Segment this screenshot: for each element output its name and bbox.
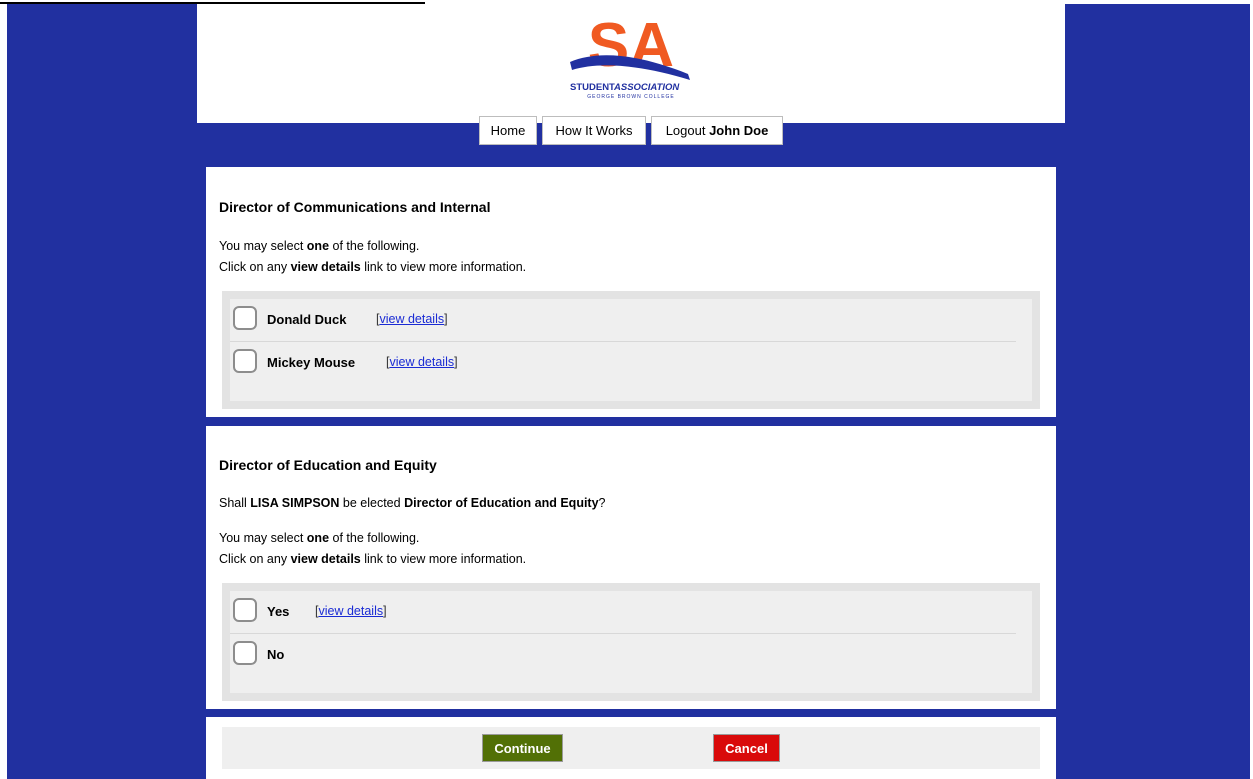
- svg-text:STUDENT: STUDENT: [570, 82, 615, 93]
- candidate-name: Donald Duck: [267, 312, 347, 327]
- ballot-section-education: Director of Education and Equity Shall L…: [206, 426, 1056, 709]
- checkbox-mickey-mouse[interactable]: [233, 349, 257, 373]
- nav-logout[interactable]: Logout John Doe: [651, 116, 783, 145]
- student-association-logo: SA STUDENT ASSOCIATION GEORGE BROWN COLL…: [570, 14, 690, 100]
- selection-instruction: You may select one of the following.: [219, 531, 420, 545]
- nav-how-it-works[interactable]: How It Works: [542, 116, 646, 145]
- cancel-button[interactable]: Cancel: [713, 734, 780, 762]
- list-item: Donald Duck [view details]: [230, 299, 1016, 342]
- option-label: No: [267, 647, 285, 662]
- logout-label: Logout: [665, 123, 706, 138]
- choice-list-inner: Yes [view details] No: [230, 591, 1032, 693]
- candidate-name: Mickey Mouse: [267, 355, 356, 370]
- list-item: No: [230, 634, 1016, 676]
- ballot-section-communications: Director of Communications and Internal …: [206, 167, 1056, 417]
- view-details-link[interactable]: view details: [379, 312, 444, 326]
- view-details-link-wrap: [view details]: [386, 355, 458, 369]
- nav-home[interactable]: Home: [479, 116, 537, 145]
- details-hint: Click on any view details link to view m…: [219, 552, 527, 566]
- checkbox-yes[interactable]: [233, 598, 257, 622]
- choice-list: Yes [view details] No: [222, 583, 1040, 701]
- selection-instruction: You may select one of the following.: [219, 239, 420, 253]
- list-item: Yes [view details]: [230, 591, 1016, 634]
- choice-list-inner: Donald Duck [view details] Mickey Mouse …: [230, 299, 1032, 401]
- list-item: Mickey Mouse [view details]: [230, 342, 1016, 384]
- view-details-link[interactable]: view details: [318, 604, 383, 618]
- continue-button[interactable]: Continue: [482, 734, 563, 762]
- choice-list: Donald Duck [view details] Mickey Mouse …: [222, 291, 1040, 409]
- section-title: Director of Communications and Internal: [219, 199, 491, 215]
- form-actions-inner: Continue Cancel: [222, 727, 1040, 769]
- referendum-question: Shall LISA SIMPSON be elected Director o…: [219, 496, 606, 510]
- view-details-link-wrap: [view details]: [315, 604, 387, 618]
- logged-in-user-name: John Doe: [709, 123, 769, 138]
- section-title: Director of Education and Equity: [219, 457, 437, 473]
- svg-text:ASSOCIATION: ASSOCIATION: [613, 82, 680, 93]
- checkbox-donald-duck[interactable]: [233, 306, 257, 330]
- view-details-link[interactable]: view details: [389, 355, 454, 369]
- form-actions: Continue Cancel: [206, 717, 1056, 779]
- details-hint: Click on any view details link to view m…: [219, 260, 527, 274]
- checkbox-no[interactable]: [233, 641, 257, 665]
- main-nav: Home How It Works Logout John Doe: [0, 116, 1253, 146]
- svg-text:GEORGE BROWN COLLEGE: GEORGE BROWN COLLEGE: [587, 94, 675, 100]
- option-label: Yes: [267, 604, 290, 619]
- view-details-link-wrap: [view details]: [376, 312, 448, 326]
